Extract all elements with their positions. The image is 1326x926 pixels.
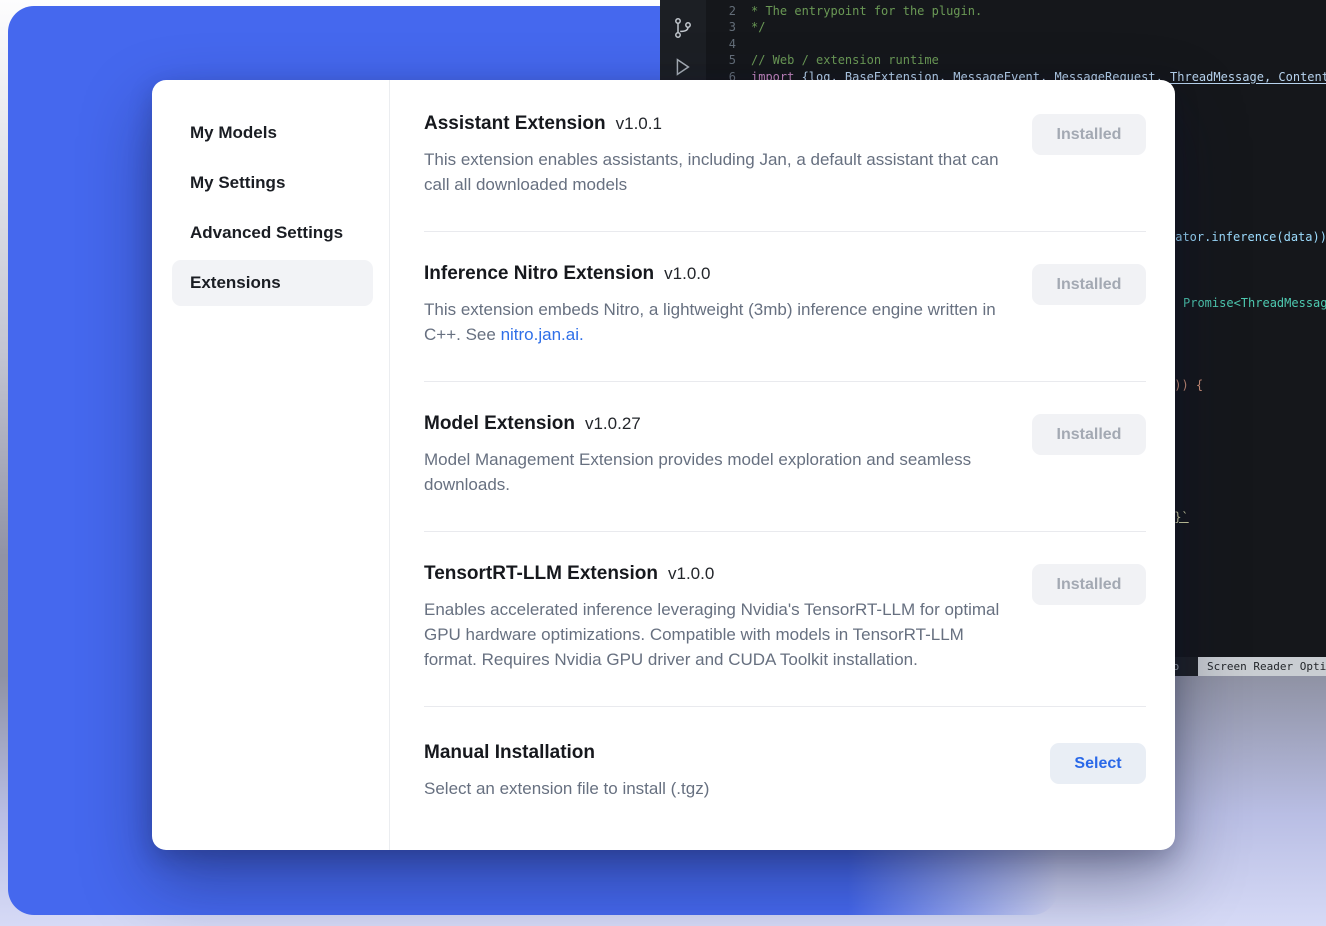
line-number: 2 xyxy=(706,3,736,19)
extension-item-model: Model Extension v1.0.27 Model Management … xyxy=(424,381,1146,531)
settings-modal: My Models My Settings Advanced Settings … xyxy=(152,80,1175,850)
manual-installation-description: Select an extension file to install (.tg… xyxy=(424,776,1012,801)
code-line: 2 * The entrypoint for the plugin. xyxy=(706,3,1326,19)
sidebar-item-advanced-settings[interactable]: Advanced Settings xyxy=(172,210,373,256)
sidebar-item-label: Advanced Settings xyxy=(190,223,343,243)
extension-name: TensortRT-LLM Extension xyxy=(424,563,658,584)
sidebar-item-extensions[interactable]: Extensions xyxy=(172,260,373,306)
code-line: 5 // Web / extension runtime xyxy=(706,52,1326,68)
manual-installation-title: Manual Installation xyxy=(424,741,1012,764)
extension-info: Assistant Extension v1.0.1 This extension… xyxy=(424,112,1012,197)
extension-info: Model Extension v1.0.27 Model Management … xyxy=(424,412,1012,497)
sidebar-item-my-models[interactable]: My Models xyxy=(172,110,373,156)
extension-description: Enables accelerated inference leveraging… xyxy=(424,597,1012,672)
extension-item-assistant: Assistant Extension v1.0.1 This extension… xyxy=(424,104,1146,231)
extension-title: Inference Nitro Extension v1.0.0 xyxy=(424,262,1012,285)
extension-name: Inference Nitro Extension xyxy=(424,263,654,284)
sidebar-item-my-settings[interactable]: My Settings xyxy=(172,160,373,206)
code-text: // Web / extension runtime xyxy=(751,52,939,68)
source-control-icon[interactable] xyxy=(671,16,695,43)
manual-installation-section: Manual Installation Select an extension … xyxy=(424,706,1146,835)
code-line: 3 */ xyxy=(706,19,1326,35)
code-text: */ xyxy=(751,19,765,35)
code-text: * The entrypoint for the plugin. xyxy=(751,3,982,19)
extension-title: Assistant Extension v1.0.1 xyxy=(424,112,1012,135)
sidebar-item-label: My Settings xyxy=(190,173,285,193)
extension-title: Model Extension v1.0.27 xyxy=(424,412,1012,435)
extension-version: v1.0.0 xyxy=(664,264,710,283)
page-background: 2 * The entrypoint for the plugin. 3 */ … xyxy=(0,0,1326,926)
code-fragment: rator.inference(data)); xyxy=(1168,230,1326,244)
screen-reader-chip[interactable]: Screen Reader Optimized xyxy=(1198,657,1326,676)
extension-description: Model Management Extension provides mode… xyxy=(424,447,1012,497)
code-lines: 2 * The entrypoint for the plugin. 3 */ … xyxy=(706,3,1326,85)
installed-button[interactable]: Installed xyxy=(1032,414,1146,455)
code-fragment: Promise<ThreadMessage> xyxy=(1183,296,1326,310)
select-file-button[interactable]: Select xyxy=(1050,743,1146,784)
code-line: 4 xyxy=(706,36,1326,52)
extension-description: This extension enables assistants, inclu… xyxy=(424,147,1012,197)
line-number: 5 xyxy=(706,52,736,68)
installed-button[interactable]: Installed xyxy=(1032,114,1146,155)
extension-info: Manual Installation Select an extension … xyxy=(424,741,1012,801)
extension-info: TensortRT-LLM Extension v1.0.0 Enables ac… xyxy=(424,562,1012,672)
settings-sidebar: My Models My Settings Advanced Settings … xyxy=(152,80,390,850)
installed-button[interactable]: Installed xyxy=(1032,264,1146,305)
extension-item-nitro: Inference Nitro Extension v1.0.0 This ext… xyxy=(424,231,1146,381)
extensions-panel: Assistant Extension v1.0.1 This extension… xyxy=(390,80,1175,850)
extension-version: v1.0.27 xyxy=(585,414,641,433)
extension-title: TensortRT-LLM Extension v1.0.0 xyxy=(424,562,1012,585)
extension-name: Model Extension xyxy=(424,413,575,434)
installed-button[interactable]: Installed xyxy=(1032,564,1146,605)
extension-name: Assistant Extension xyxy=(424,113,606,134)
extension-version: v1.0.1 xyxy=(616,114,662,133)
extension-version: v1.0.0 xyxy=(668,564,714,583)
line-number: 3 xyxy=(706,19,736,35)
run-debug-icon[interactable] xyxy=(671,56,693,81)
line-number: 4 xyxy=(706,36,736,52)
extension-info: Inference Nitro Extension v1.0.0 This ext… xyxy=(424,262,1012,347)
nitro-jan-ai-link[interactable]: nitro.jan.ai. xyxy=(501,325,584,344)
extension-item-tensorrt: TensortRT-LLM Extension v1.0.0 Enables ac… xyxy=(424,531,1146,706)
sidebar-item-label: My Models xyxy=(190,123,277,143)
extension-description: This extension embeds Nitro, a lightweig… xyxy=(424,297,1012,347)
sidebar-item-label: Extensions xyxy=(190,273,281,293)
